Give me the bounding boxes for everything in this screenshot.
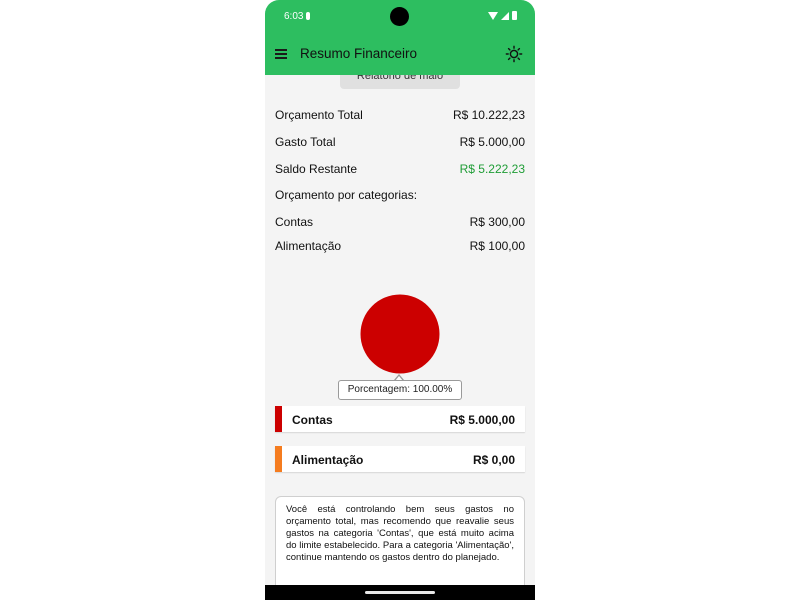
total-budget-row: Orçamento Total R$ 10.222,23 (275, 108, 525, 126)
category-card-contas[interactable]: Contas R$ 5.000,00 (275, 406, 525, 432)
pie-chart[interactable] (360, 294, 440, 374)
wifi-icon (488, 11, 498, 20)
page-title: Resumo Financeiro (300, 46, 418, 61)
remaining-label: Saldo Restante (275, 162, 358, 176)
total-spent-value: R$ 5.000,00 (459, 135, 525, 149)
category-color-bar (275, 446, 282, 472)
category-card-label: Alimentação (292, 453, 364, 467)
category-card-alimentacao[interactable]: Alimentação R$ 0,00 (275, 446, 525, 472)
menu-icon[interactable] (275, 49, 287, 59)
main-content: Relatório de maio Orçamento Total R$ 10.… (265, 75, 535, 585)
battery-icon (512, 11, 517, 20)
category-budget-item: Contas R$ 300,00 (275, 215, 525, 233)
app-bar: Resumo Financeiro (265, 34, 535, 75)
total-spent-row: Gasto Total R$ 5.000,00 (275, 135, 525, 153)
category-budget-value: R$ 300,00 (469, 215, 525, 229)
total-budget-label: Orçamento Total (275, 108, 363, 122)
status-bar: 6:03 (265, 0, 535, 34)
pie-slice-contas[interactable] (360, 294, 440, 374)
category-budget-item: Alimentação R$ 100,00 (275, 239, 525, 257)
advice-card: Você está controlando bem seus gastos no… (275, 496, 525, 585)
chart-tooltip: Porcentagem: 100.00% (338, 380, 462, 400)
status-time: 6:03 (284, 11, 304, 22)
signal-icon (501, 11, 509, 20)
category-budget-value: R$ 100,00 (469, 239, 525, 253)
report-button[interactable]: Relatório de maio (340, 75, 460, 89)
total-budget-value: R$ 10.222,23 (452, 108, 525, 122)
category-color-bar (275, 406, 282, 432)
remaining-value: R$ 5.222,23 (459, 162, 525, 176)
total-spent-label: Gasto Total (275, 135, 336, 149)
category-budget-heading: Orçamento por categorias: (275, 188, 418, 202)
remaining-row: Saldo Restante R$ 5.222,23 (275, 162, 525, 180)
camera-cutout (390, 7, 409, 26)
home-handle[interactable] (365, 591, 435, 594)
sun-icon[interactable] (505, 45, 523, 63)
category-budget-label: Alimentação (275, 239, 342, 253)
category-card-value: R$ 5.000,00 (449, 413, 515, 427)
notification-icon (306, 12, 310, 20)
category-budget-label: Contas (275, 215, 314, 229)
category-card-value: R$ 0,00 (472, 453, 515, 467)
phone-screen: 6:03 Resumo Financeiro Relatório de maio… (265, 0, 535, 600)
system-icons (488, 11, 517, 20)
category-card-label: Contas (292, 413, 333, 427)
